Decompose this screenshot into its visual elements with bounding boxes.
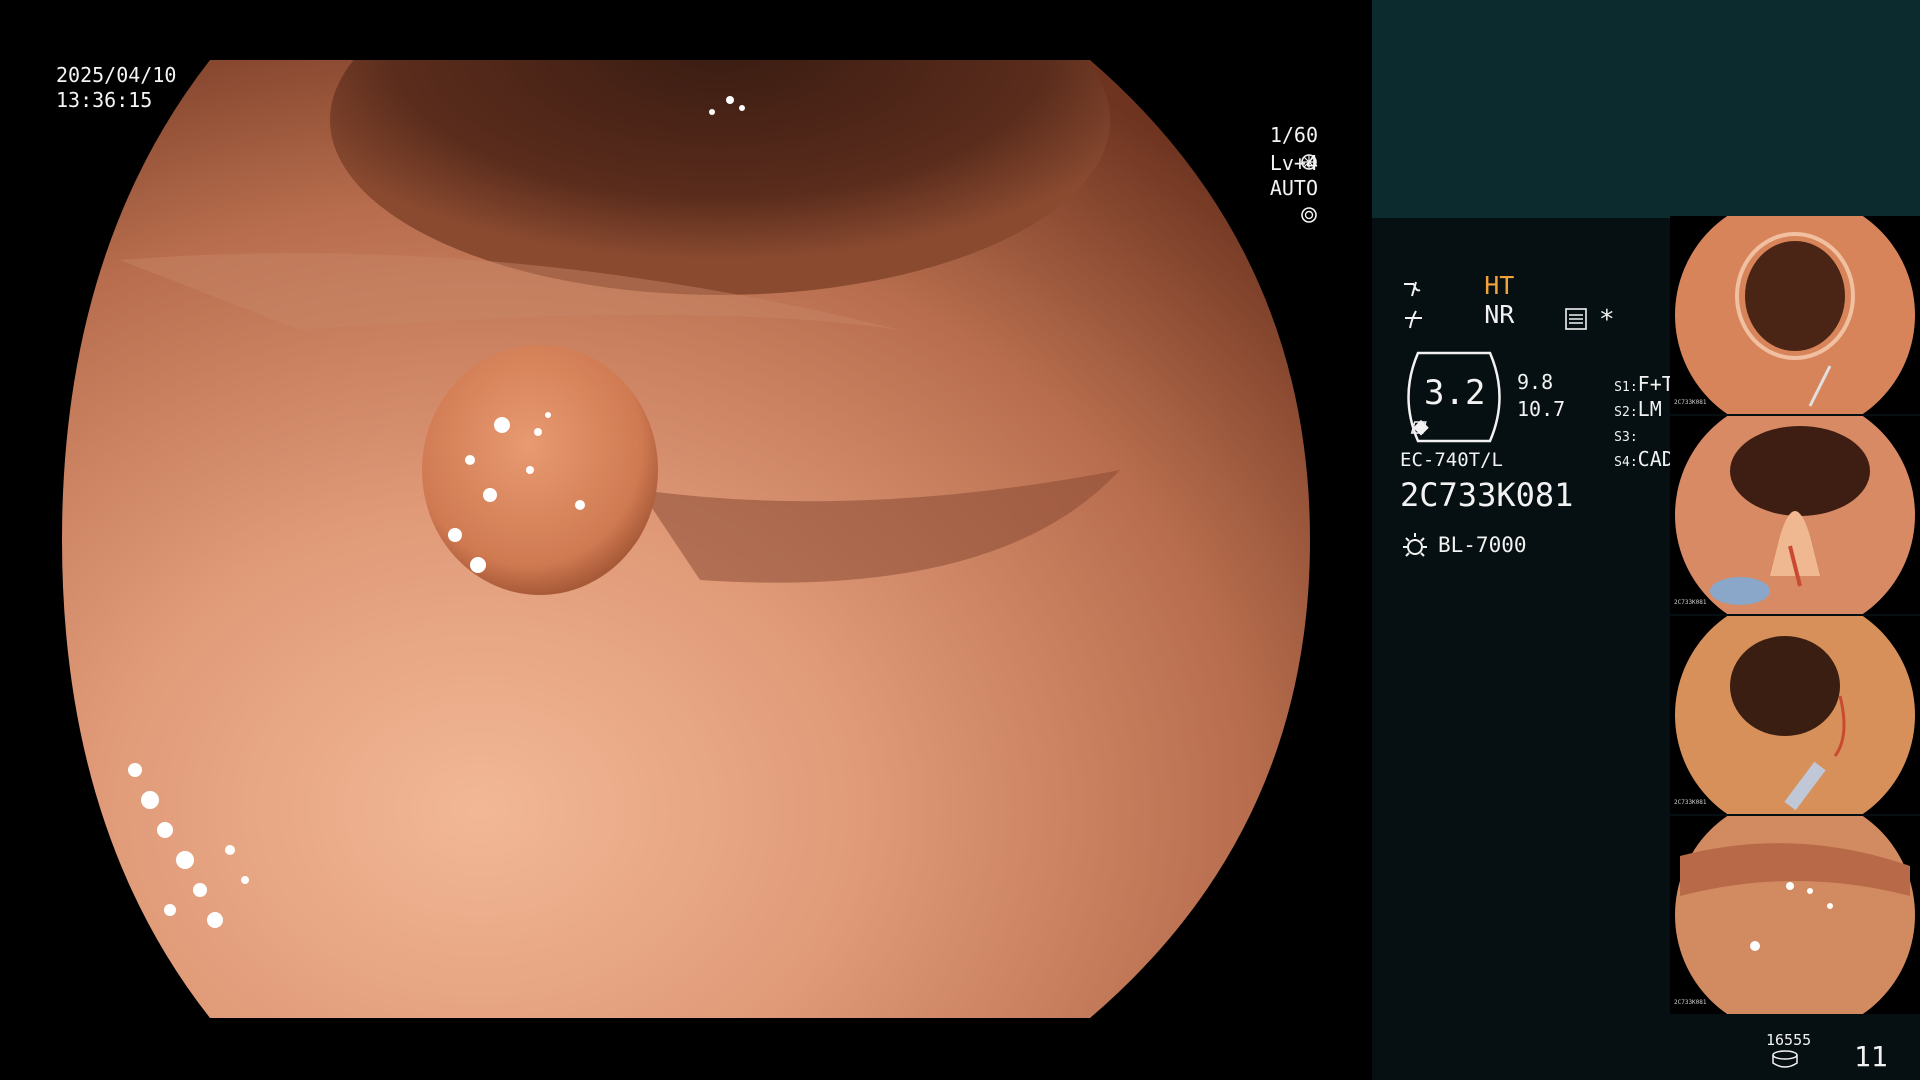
light-source-label: BL-7000: [1438, 533, 1527, 557]
thumbnail-2-label: 2C733K081: [1674, 599, 1707, 606]
iris-icon: [1301, 206, 1317, 223]
info-panel-header: [1372, 0, 1920, 218]
endoscope-view: 2025/04/10 13:36:15 1/60 Lv+4 AUTO: [0, 0, 1372, 1080]
thumbnail-1[interactable]: 2C733K081: [1670, 216, 1920, 414]
mode-indicator: HT NR: [1424, 242, 1514, 358]
scope-serial: 2C733K081: [1400, 476, 1574, 514]
time-label: 13:36:15: [56, 88, 153, 112]
setting-s4-value: CAD: [1637, 447, 1674, 471]
value-bottom: 10.7: [1517, 397, 1566, 421]
wave-icon: [1404, 281, 1421, 297]
setting-s4: S4:CAD: [1566, 423, 1674, 495]
settings-menu-icon: [1565, 308, 1587, 330]
storage-icon: [1772, 1050, 1798, 1068]
image-count: 11: [1854, 1040, 1888, 1073]
scope-model: EC-740T/L: [1400, 449, 1503, 471]
zoom-value: 3.2: [1424, 373, 1486, 413]
thumbnail-4-label: 2C733K081: [1674, 999, 1707, 1006]
menu-symbol: *: [1599, 305, 1615, 335]
light-source-icon: [1403, 533, 1427, 557]
endoscope-image: [62, 60, 1310, 1018]
ht-label: HT: [1484, 271, 1515, 300]
thumbnail-4[interactable]: 2C733K081: [1670, 816, 1920, 1014]
info-panel: HT NR * 3.2 9.8 10.7 S1:F+T S2:LM S3: S4…: [1372, 0, 1920, 1080]
setting-s2-value: LM: [1637, 397, 1662, 421]
thumbnail-1-label: 2C733K081: [1674, 399, 1707, 406]
level-readout: Lv+4 AUTO: [1222, 126, 1318, 251]
value-top: 9.8: [1517, 370, 1554, 394]
level-value: Lv+4: [1269, 151, 1318, 175]
nr-label: NR: [1484, 300, 1515, 329]
thumbnail-3[interactable]: 2C733K081: [1670, 616, 1920, 814]
storage-count: 16555: [1766, 1031, 1812, 1049]
mode-value: AUTO: [1269, 176, 1318, 200]
thumbnail-2[interactable]: 2C733K081: [1670, 416, 1920, 614]
thumbnail-3-label: 2C733K081: [1674, 799, 1707, 806]
date-label: 2025/04/10: [56, 63, 177, 87]
setting-s4-key: S4:: [1614, 455, 1638, 470]
slash-wave-icon: [1405, 310, 1422, 329]
